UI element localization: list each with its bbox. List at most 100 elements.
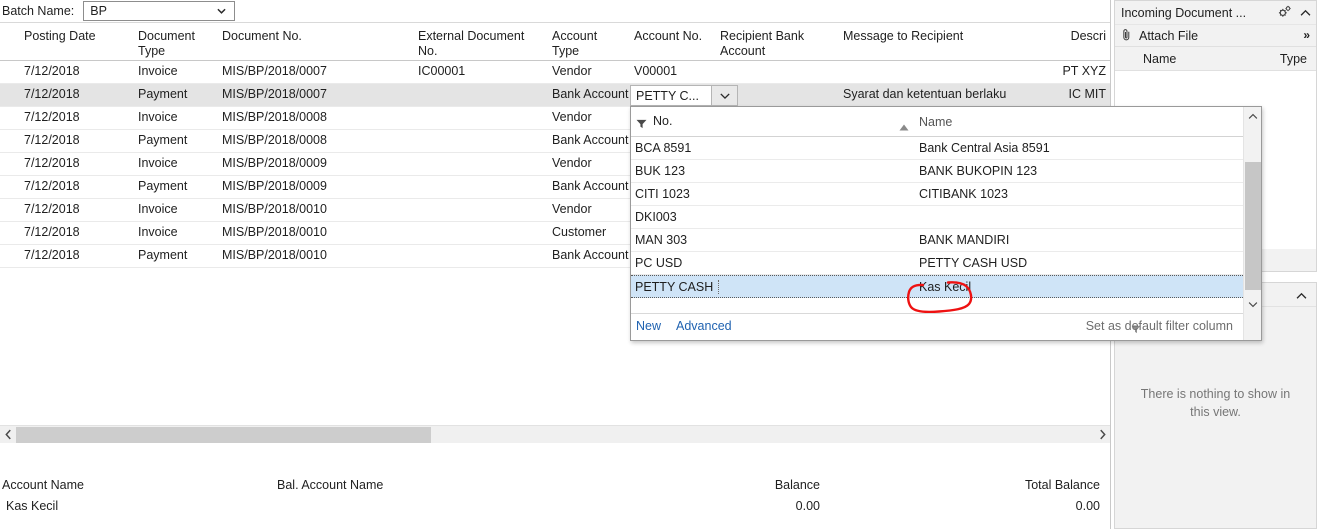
cell-posting_date[interactable]: 7/12/2018 xyxy=(24,64,134,78)
cell-message[interactable]: Syarat dan ketentuan berlaku xyxy=(843,87,1033,101)
chevron-up-icon[interactable] xyxy=(1296,289,1307,303)
cell-document_type[interactable]: Invoice xyxy=(138,110,218,124)
list-item[interactable]: PC USD PETTY CASH USD xyxy=(631,252,1261,275)
grid-column-header-document_type[interactable]: Document Type xyxy=(138,29,218,59)
grid-horizontal-scrollbar[interactable] xyxy=(0,425,1110,443)
cell-posting_date[interactable]: 7/12/2018 xyxy=(24,133,134,147)
advanced-link[interactable]: Advanced xyxy=(676,319,732,333)
incoming-document-title: Incoming Document ... xyxy=(1121,5,1247,20)
cell-document_type[interactable]: Payment xyxy=(138,179,218,193)
cell-document_type[interactable]: Invoice xyxy=(138,225,218,239)
attach-file-label: Attach File xyxy=(1139,28,1199,43)
grid-header-row: Posting Date Document Type Document No. Ext… xyxy=(0,23,1110,61)
cell-document_no[interactable]: MIS/BP/2018/0009 xyxy=(222,156,402,170)
lookup-cell-no: DKI003 xyxy=(635,210,677,224)
attach-file-action[interactable]: Attach File » xyxy=(1115,24,1316,46)
new-link[interactable]: New xyxy=(636,319,661,333)
cell-ext_doc_no[interactable]: IC00001 xyxy=(418,64,558,78)
cell-posting_date[interactable]: 7/12/2018 xyxy=(24,225,134,239)
lookup-cell-name: Bank Central Asia 8591 xyxy=(919,141,1050,155)
cell-description[interactable]: IC MIT xyxy=(1060,87,1107,101)
cell-account_no[interactable]: V00001 xyxy=(634,64,720,78)
cell-document_no[interactable]: MIS/BP/2018/0009 xyxy=(222,179,402,193)
list-item[interactable]: BCA 8591 Bank Central Asia 8591 xyxy=(631,137,1261,160)
set-default-filter-column-link[interactable]: Set as default filter column xyxy=(1086,319,1233,333)
table-row-empty[interactable] xyxy=(0,360,1110,383)
chevron-left-icon[interactable] xyxy=(0,426,16,444)
cell-document_type[interactable]: Invoice xyxy=(138,202,218,216)
cell-document_type[interactable]: Invoice xyxy=(138,64,218,78)
cell-document_type[interactable]: Invoice xyxy=(138,156,218,170)
cell-posting_date[interactable]: 7/12/2018 xyxy=(24,110,134,124)
chevron-up-icon[interactable] xyxy=(1300,6,1311,20)
cell-account_type[interactable]: Customer xyxy=(552,225,630,239)
lookup-scroll-thumb[interactable] xyxy=(1245,162,1261,290)
lookup-vertical-scrollbar[interactable] xyxy=(1243,107,1261,340)
list-item[interactable]: MAN 303 BANK MANDIRI xyxy=(631,229,1261,252)
grid-column-header-ext_doc_no[interactable]: External Document No. xyxy=(418,29,558,59)
cell-description[interactable]: PT XYZ xyxy=(1060,64,1106,78)
cell-document_no[interactable]: MIS/BP/2018/0010 xyxy=(222,202,402,216)
batch-name-select[interactable]: BP xyxy=(83,1,236,21)
list-item[interactable]: CITI 1023 CITIBANK 1023 xyxy=(631,183,1261,206)
filter-icon[interactable] xyxy=(636,118,647,132)
lookup-rows[interactable]: BCA 8591 Bank Central Asia 8591 BUK 123 BAN… xyxy=(631,137,1261,303)
cell-posting_date[interactable]: 7/12/2018 xyxy=(24,248,134,262)
table-row[interactable]: 7/12/2018 Payment MIS/BP/2018/0007 Bank Acc… xyxy=(0,84,1110,107)
lookup-header-row: No. Name xyxy=(631,107,1261,137)
cell-document_no[interactable]: MIS/BP/2018/0010 xyxy=(222,225,402,239)
sort-ascending-icon xyxy=(899,120,909,134)
grid-column-header-recipient_bank[interactable]: Recipient Bank Account xyxy=(720,29,840,59)
total-balance-value: 0.00 xyxy=(1075,499,1100,513)
chevron-up-icon[interactable] xyxy=(1244,107,1262,125)
cell-document_no[interactable]: MIS/BP/2018/0007 xyxy=(222,64,402,78)
batch-name-bar: Batch Name: BP xyxy=(0,0,1110,22)
double-chevron-right-icon[interactable]: » xyxy=(1303,28,1310,42)
cell-account_type[interactable]: Bank Account xyxy=(552,179,630,193)
cell-document_no[interactable]: MIS/BP/2018/0008 xyxy=(222,133,402,147)
gear-cluster-icon[interactable] xyxy=(1278,5,1292,21)
cell-account_type[interactable]: Vendor xyxy=(552,156,630,170)
cell-posting_date[interactable]: 7/12/2018 xyxy=(24,202,134,216)
scroll-track[interactable] xyxy=(16,426,1094,443)
list-item[interactable]: DKI003 xyxy=(631,206,1261,229)
subgrid-column-name: Name xyxy=(1143,52,1177,66)
cell-document_type[interactable]: Payment xyxy=(138,248,218,262)
account-no-lookup-input[interactable]: PETTY C... xyxy=(630,85,712,106)
grid-column-header-description[interactable]: Descri xyxy=(1060,29,1106,44)
cell-document_no[interactable]: MIS/BP/2018/0007 xyxy=(222,87,402,101)
cell-posting_date[interactable]: 7/12/2018 xyxy=(24,179,134,193)
chevron-down-icon[interactable] xyxy=(1244,295,1262,313)
cell-document_no[interactable]: MIS/BP/2018/0008 xyxy=(222,110,402,124)
table-row-empty[interactable] xyxy=(0,383,1110,406)
cell-account_type[interactable]: Bank Account xyxy=(552,87,630,101)
balance-value: 0.00 xyxy=(795,499,820,513)
account-no-lookup-dropdown-button[interactable] xyxy=(712,85,738,106)
grid-column-header-message[interactable]: Message to Recipient xyxy=(843,29,1033,44)
cell-account_type[interactable]: Vendor xyxy=(552,110,630,124)
chevron-right-icon[interactable] xyxy=(1094,426,1110,444)
cell-posting_date[interactable]: 7/12/2018 xyxy=(24,156,134,170)
cell-account_type[interactable]: Bank Account xyxy=(552,133,630,147)
cell-document_type[interactable]: Payment xyxy=(138,133,218,147)
bank-account-lookup-popup[interactable]: No. Name BCA 8591 Bank Central Asia 8591 B… xyxy=(630,106,1262,341)
grid-column-header-posting_date[interactable]: Posting Date xyxy=(24,29,134,44)
cell-account_type[interactable]: Bank Account xyxy=(552,248,630,262)
lookup-cell-no: MAN 303 xyxy=(635,233,688,247)
cell-account_type[interactable]: Vendor xyxy=(552,202,630,216)
cell-posting_date[interactable]: 7/12/2018 xyxy=(24,87,134,101)
lookup-cell-no: BCA 8591 xyxy=(635,141,692,155)
list-item[interactable]: PETTY CASH Kas Kecil xyxy=(631,275,1261,298)
cell-document_no[interactable]: MIS/BP/2018/0010 xyxy=(222,248,402,262)
list-item[interactable]: BUK 123 BANK BUKOPIN 123 xyxy=(631,160,1261,183)
cell-document_type[interactable]: Payment xyxy=(138,87,218,101)
lookup-cell-name: Kas Kecil xyxy=(919,279,972,294)
table-row[interactable]: 7/12/2018 Invoice MIS/BP/2018/0007 IC00001 V… xyxy=(0,61,1110,84)
grid-column-header-account_no[interactable]: Account No. xyxy=(634,29,720,44)
cell-account_type[interactable]: Vendor xyxy=(552,64,630,78)
grid-column-header-account_type[interactable]: Account Type xyxy=(552,29,630,59)
lookup-column-no[interactable]: No. xyxy=(653,114,672,128)
scroll-thumb[interactable] xyxy=(16,426,431,443)
grid-column-header-document_no[interactable]: Document No. xyxy=(222,29,402,44)
lookup-column-name[interactable]: Name xyxy=(919,115,952,129)
